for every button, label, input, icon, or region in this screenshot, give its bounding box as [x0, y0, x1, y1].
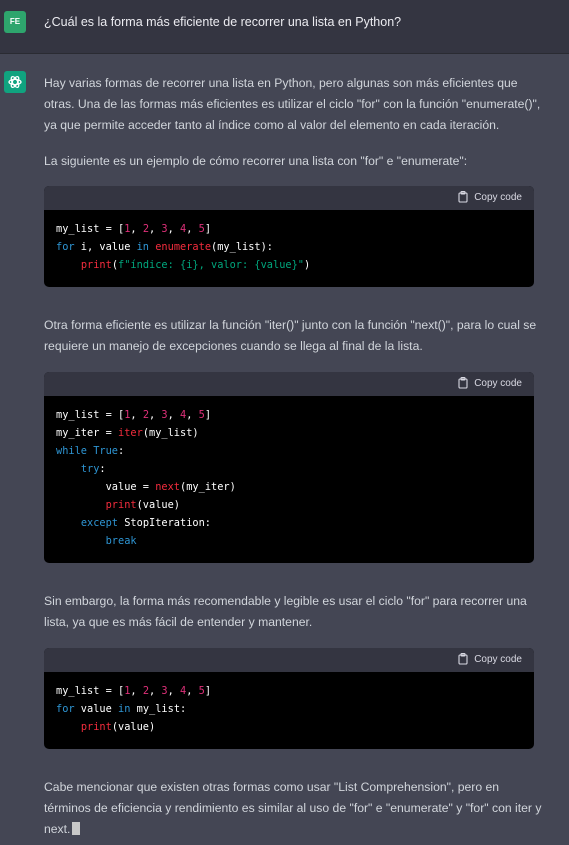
openai-logo-icon: [4, 71, 26, 93]
code-text: my_list = [1, 2, 3, 4, 5] for i, value i…: [56, 223, 311, 271]
answer-paragraph-1: Hay varias formas de recorrer una lista …: [44, 76, 541, 132]
user-message-row: FE ¿Cuál es la forma más eficiente de re…: [0, 0, 569, 54]
clipboard-icon: [458, 653, 468, 665]
clipboard-icon: [458, 191, 468, 203]
copy-code-button[interactable]: Copy code: [458, 653, 522, 665]
code-block-header: Copy code: [44, 648, 534, 672]
answer-paragraph-5: Cabe mencionar que existen otras formas …: [44, 777, 544, 840]
user-question: ¿Cuál es la forma más eficiente de recor…: [44, 15, 402, 29]
code-block-header: Copy code: [44, 186, 534, 210]
copy-code-label: Copy code: [474, 653, 522, 665]
answer-paragraph-5-text: Cabe mencionar que existen otras formas …: [44, 780, 542, 836]
copy-code-label: Copy code: [474, 191, 522, 203]
code-block-header: Copy code: [44, 372, 534, 396]
copy-code-label: Copy code: [474, 377, 522, 389]
answer-paragraph-4: Sin embargo, la forma más recomendable y…: [44, 594, 527, 629]
typing-cursor: [72, 822, 81, 835]
code-block-3: Copy code my_list = [1, 2, 3, 4, 5] for …: [44, 648, 534, 749]
code-block-1: Copy code my_list = [1, 2, 3, 4, 5] for …: [44, 186, 534, 287]
clipboard-icon: [458, 377, 468, 389]
user-avatar: FE: [4, 11, 26, 33]
answer-paragraph-3: Otra forma eficiente es utilizar la func…: [44, 318, 537, 353]
copy-code-button[interactable]: Copy code: [458, 377, 522, 389]
code-text: my_list = [1, 2, 3, 4, 5] for value in m…: [56, 685, 212, 733]
copy-code-button[interactable]: Copy code: [458, 191, 522, 203]
answer-paragraph-2: La siguiente es un ejemplo de cómo recor…: [44, 154, 468, 168]
code-block-2: Copy code my_list = [1, 2, 3, 4, 5] my_i…: [44, 372, 534, 563]
code-text: my_list = [1, 2, 3, 4, 5] my_iter = iter…: [56, 409, 236, 547]
